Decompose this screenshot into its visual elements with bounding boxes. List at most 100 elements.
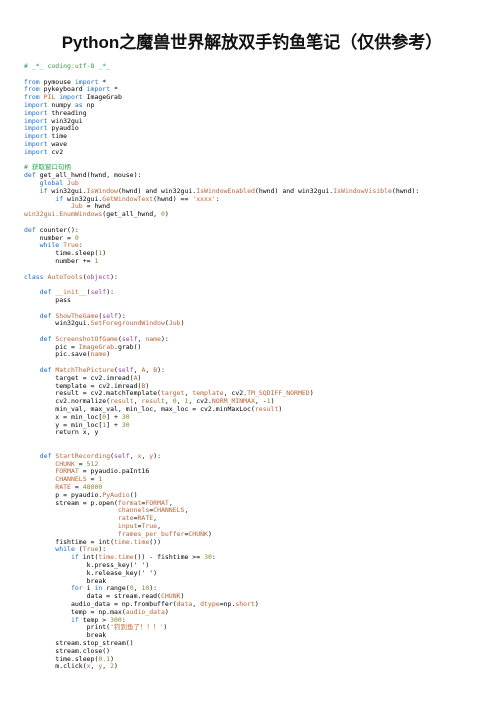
txt: (hwnd) == — [153, 195, 192, 203]
txt: ) — [165, 608, 169, 616]
arg: name — [145, 335, 161, 343]
txt: =np. — [220, 600, 236, 608]
txt: : — [212, 553, 216, 561]
txt: threading — [47, 109, 86, 117]
txt: ) — [163, 623, 167, 631]
txt: result = cv2.matchTemplate( — [24, 389, 161, 397]
kw: import — [75, 78, 98, 86]
num: 0.1 — [98, 655, 110, 663]
txt: cv2 — [47, 148, 63, 156]
kw: import — [24, 140, 47, 148]
txt: , — [153, 514, 157, 522]
var: Jub — [24, 202, 83, 210]
var: audio_data — [126, 608, 165, 616]
txt: k.press_key(' ') — [24, 561, 149, 569]
txt: ()) — [149, 538, 161, 546]
self: self — [114, 452, 130, 460]
txt: ) — [255, 600, 259, 608]
arg: target — [161, 389, 184, 397]
txt: , — [184, 506, 188, 514]
self: self — [91, 288, 107, 296]
comment: # 获取窗口句柄 — [24, 163, 71, 171]
txt: ) — [278, 405, 282, 413]
txt: win32gui. — [47, 187, 86, 195]
code-line: # _*_ coding:utf-8 _*_ — [24, 62, 110, 70]
cls: AutoTools — [44, 273, 83, 281]
txt: , — [102, 662, 110, 670]
txt: ): — [98, 545, 106, 553]
txt: time — [47, 132, 67, 140]
arg: template — [192, 389, 223, 397]
mod: PIL — [40, 93, 60, 101]
txt: range( — [102, 584, 129, 592]
txt: template = cv2.imread( — [24, 382, 141, 390]
txt: temp = np.max( — [24, 608, 126, 616]
obj: object — [87, 273, 110, 281]
code-block: # _*_ coding:utf-8 _*_ from pymouse impo… — [0, 63, 504, 695]
txt: ImageGrab — [83, 93, 122, 101]
txt: print( — [24, 623, 110, 631]
kw: as — [75, 101, 83, 109]
kw: import — [24, 132, 47, 140]
num: 30 — [204, 553, 212, 561]
fn: IsWindowVisible — [333, 187, 392, 195]
txt: time.sleep( — [24, 249, 98, 257]
txt: ) — [145, 382, 149, 390]
txt: ) — [114, 662, 118, 670]
txt: number += — [24, 257, 94, 265]
txt: ) — [208, 530, 212, 538]
txt: pic = — [24, 343, 79, 351]
txt: ) — [310, 389, 314, 397]
txt: ) — [106, 350, 110, 358]
var: RATE — [138, 514, 154, 522]
arg: name — [91, 350, 107, 358]
txt: y = min_loc[ — [24, 421, 102, 429]
kw: if — [24, 187, 47, 195]
kw: def — [24, 452, 51, 460]
txt: * — [110, 85, 118, 93]
kw: import — [24, 109, 47, 117]
txt: win32gui. — [24, 319, 91, 327]
num: 48000 — [83, 483, 103, 491]
txt: np — [83, 101, 95, 109]
kw: import — [24, 117, 47, 125]
kw-arg: input — [24, 522, 138, 530]
txt: audio_data = np.frombuffer( — [24, 600, 177, 608]
txt: ): — [149, 584, 157, 592]
txt: ) — [102, 249, 106, 257]
fn: ScreenshotOfGame — [51, 335, 118, 343]
txt: pykeyboard — [40, 85, 87, 93]
txt: cv2.normalize( — [24, 397, 110, 405]
kw-arg: format — [118, 499, 141, 507]
txt: ) — [181, 319, 185, 327]
txt: , — [169, 499, 173, 507]
fn: IsWindowEnabled — [196, 187, 255, 195]
self: self — [118, 366, 134, 374]
kw: class — [24, 273, 44, 281]
txt: pic.save( — [24, 350, 91, 358]
txt: ) — [110, 655, 114, 663]
txt: () — [130, 491, 138, 499]
num: 1 — [98, 475, 102, 483]
txt: ): — [161, 335, 169, 343]
txt: counter(): — [36, 226, 79, 234]
kw: from — [24, 85, 40, 93]
arg: result — [255, 405, 278, 413]
txt: : — [79, 241, 83, 249]
fn: time.time — [114, 538, 149, 546]
var: CHANNELS — [153, 506, 184, 514]
txt: i — [83, 584, 95, 592]
fn: win32gui.EnumWindows — [24, 210, 102, 218]
txt: (hwnd) and win32gui. — [118, 187, 196, 195]
txt: , — [130, 452, 138, 460]
kw: from — [24, 93, 40, 101]
fn: PyAudio — [102, 491, 129, 499]
kw: import — [87, 85, 110, 93]
txt: int( — [79, 553, 99, 561]
txt: = hwnd — [83, 202, 110, 210]
kw2: True — [59, 241, 79, 249]
fn: SetForegroundWindow — [91, 319, 165, 327]
txt: p = pyaudio. — [24, 491, 102, 499]
fn: StartRecording — [51, 452, 110, 460]
kw: global — [24, 179, 63, 187]
